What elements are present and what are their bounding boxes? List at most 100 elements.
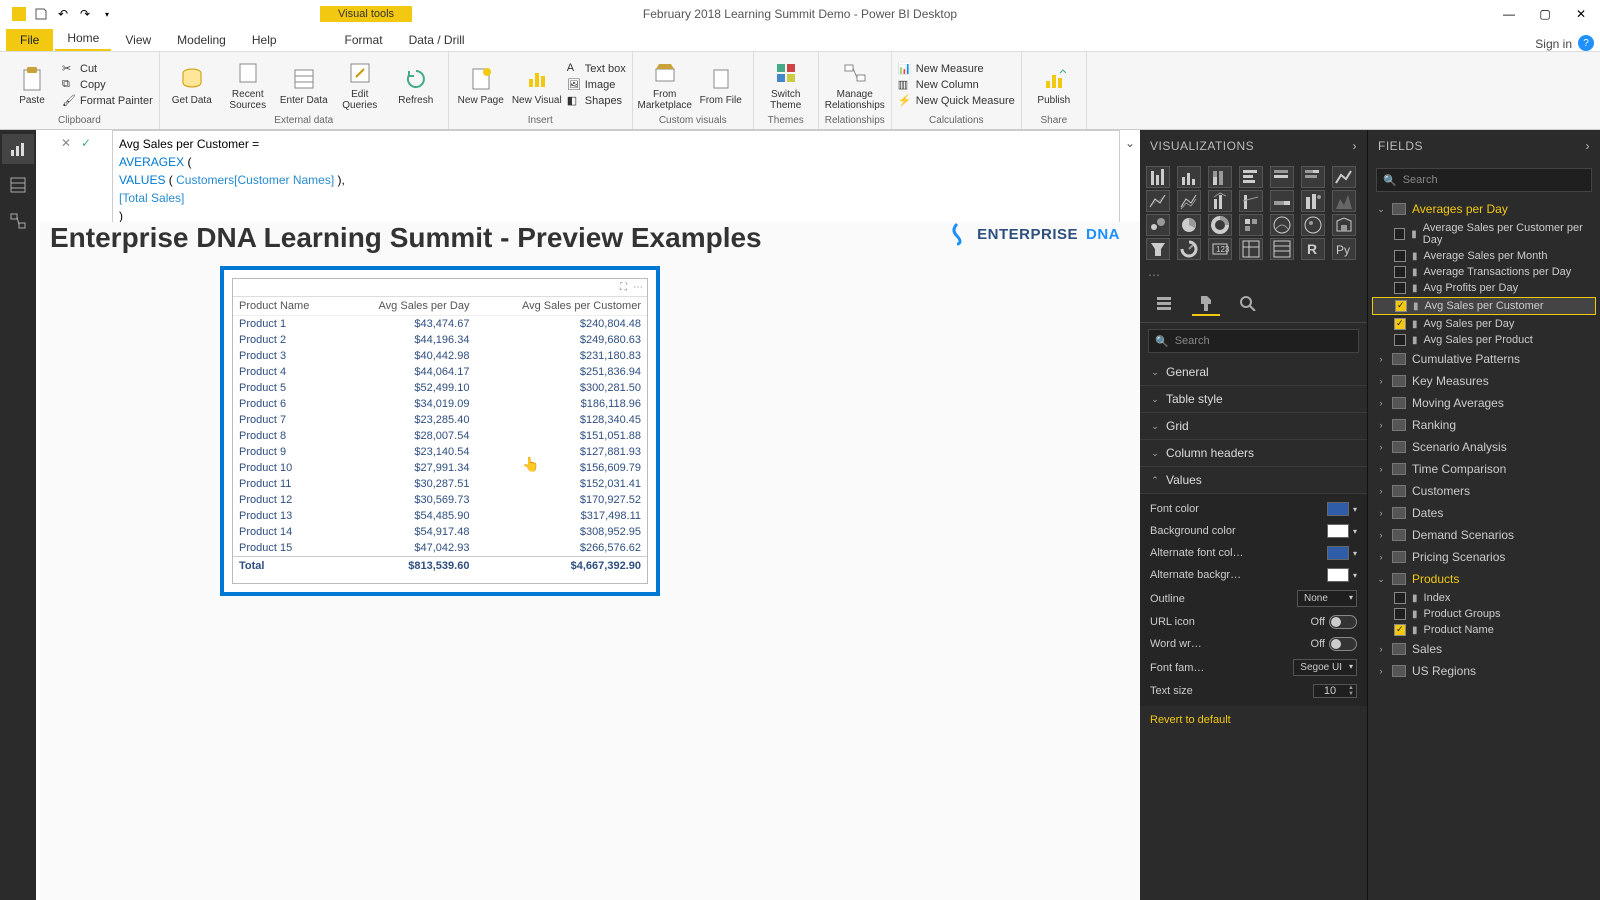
tab-data-drill[interactable]: Data / Drill (397, 29, 477, 51)
manage-relationships-button[interactable]: Manage Relationships (829, 56, 881, 114)
fields-panel-header[interactable]: FIELDS› (1368, 130, 1600, 162)
field-table[interactable]: ›Time Comparison (1368, 458, 1600, 480)
field-table[interactable]: ›Moving Averages (1368, 392, 1600, 414)
formula-cancel-icon[interactable]: ✕ (61, 136, 71, 150)
table-visual-selected[interactable]: ⛶ ⋯ Product Name Avg Sales per Day Avg S… (220, 266, 660, 596)
field-checkbox[interactable] (1394, 282, 1406, 294)
enter-data-button[interactable]: Enter Data (278, 56, 330, 114)
save-icon[interactable] (32, 5, 50, 23)
viz-type-icon[interactable] (1239, 166, 1263, 188)
table-row[interactable]: Product 14$54,917.48$308,952.95 (233, 524, 647, 540)
shapes-button[interactable]: ◧Shapes (567, 94, 626, 108)
dropdown-icon[interactable]: ▾ (1353, 527, 1357, 536)
format-tab-icon[interactable] (1192, 292, 1220, 316)
viz-panel-header[interactable]: VISUALIZATIONS› (1140, 130, 1367, 162)
tab-file[interactable]: File (6, 29, 53, 51)
field-item[interactable]: ▮Average Transactions per Day (1368, 264, 1600, 280)
switch-theme-button[interactable]: Switch Theme (760, 56, 812, 114)
recent-sources-button[interactable]: Recent Sources (222, 56, 274, 114)
table-row[interactable]: Product 13$54,485.90$317,498.11 (233, 508, 647, 524)
section-grid[interactable]: ⌄Grid (1140, 413, 1367, 440)
field-table[interactable]: ›Scenario Analysis (1368, 436, 1600, 458)
analytics-tab-icon[interactable] (1234, 292, 1262, 316)
table-row[interactable]: Product 8$28,007.54$151,051.88 (233, 428, 647, 444)
field-table[interactable]: ›Demand Scenarios (1368, 524, 1600, 546)
viz-type-icon[interactable] (1239, 238, 1263, 260)
chevron-right-icon[interactable]: › (1586, 139, 1591, 153)
field-checkbox[interactable] (1394, 228, 1405, 240)
field-table[interactable]: ⌄Products (1368, 568, 1600, 590)
table-row[interactable]: Product 4$44,064.17$251,836.94 (233, 364, 647, 380)
viz-type-icon[interactable] (1177, 214, 1201, 236)
viz-type-icon[interactable] (1270, 166, 1294, 188)
field-table[interactable]: ›US Regions (1368, 660, 1600, 682)
col-header-avg-day[interactable]: Avg Sales per Day (341, 297, 476, 316)
viz-type-icon[interactable] (1270, 238, 1294, 260)
viz-type-icon[interactable] (1146, 190, 1170, 212)
dropdown-icon[interactable]: ▾ (1353, 571, 1357, 580)
text-size-input[interactable] (1314, 685, 1346, 697)
field-table[interactable]: ›Sales (1368, 638, 1600, 660)
field-item[interactable]: ▮Average Sales per Month (1368, 248, 1600, 264)
revert-to-default-link[interactable]: Revert to default (1140, 706, 1367, 734)
field-table[interactable]: ›Cumulative Patterns (1368, 348, 1600, 370)
field-item[interactable]: ▮Avg Sales per Product (1368, 332, 1600, 348)
viz-type-icon[interactable] (1208, 190, 1232, 212)
viz-type-icon[interactable] (1332, 190, 1356, 212)
from-marketplace-button[interactable]: From Marketplace (639, 56, 691, 114)
table-row[interactable]: Product 2$44,196.34$249,680.63 (233, 332, 647, 348)
field-item[interactable]: ▮Avg Sales per Day (1368, 316, 1600, 332)
table-row[interactable]: Product 6$34,019.09$186,118.96 (233, 396, 647, 412)
section-general[interactable]: ⌄General (1140, 359, 1367, 386)
report-canvas[interactable]: Enterprise DNA Learning Summit - Preview… (40, 222, 1140, 900)
field-item[interactable]: ▮Avg Sales per Customer (1372, 297, 1596, 315)
viz-type-icon[interactable] (1177, 190, 1201, 212)
format-painter-button[interactable]: 🖌Format Painter (62, 94, 153, 108)
section-values[interactable]: ⌃Values (1140, 467, 1367, 494)
outline-dropdown[interactable]: None (1297, 590, 1357, 607)
dropdown-icon[interactable]: ▾ (1353, 505, 1357, 514)
viz-type-icon[interactable]: Py (1332, 238, 1356, 260)
table-row[interactable]: Product 5$52,499.10$300,281.50 (233, 380, 647, 396)
data-view-icon[interactable] (2, 170, 34, 200)
viz-type-icon[interactable] (1208, 166, 1232, 188)
close-icon[interactable]: ✕ (1570, 3, 1592, 25)
field-checkbox[interactable] (1394, 624, 1406, 636)
field-checkbox[interactable] (1394, 318, 1406, 330)
sign-in-link[interactable]: Sign in (1535, 37, 1572, 51)
viz-type-icon[interactable] (1177, 166, 1201, 188)
edit-queries-button[interactable]: Edit Queries (334, 56, 386, 114)
table-row[interactable]: Product 12$30,569.73$170,927.52 (233, 492, 647, 508)
section-column-headers[interactable]: ⌄Column headers (1140, 440, 1367, 467)
field-checkbox[interactable] (1395, 300, 1407, 312)
viz-type-icon[interactable] (1239, 190, 1263, 212)
section-table-style[interactable]: ⌄Table style (1140, 386, 1367, 413)
publish-button[interactable]: Publish (1028, 56, 1080, 114)
viz-type-icon[interactable] (1146, 166, 1170, 188)
formula-commit-icon[interactable]: ✓ (81, 136, 91, 150)
cut-button[interactable]: ✂Cut (62, 62, 153, 76)
new-quick-measure-button[interactable]: ⚡New Quick Measure (898, 94, 1015, 108)
copy-button[interactable]: ⧉Copy (62, 78, 153, 92)
viz-type-icon[interactable] (1270, 214, 1294, 236)
help-icon[interactable]: ? (1578, 35, 1594, 51)
viz-type-icon[interactable] (1301, 190, 1325, 212)
field-table[interactable]: ›Customers (1368, 480, 1600, 502)
new-column-button[interactable]: ▥New Column (898, 78, 1015, 92)
field-table[interactable]: ⌄Averages per Day (1368, 198, 1600, 220)
tab-help[interactable]: Help (240, 29, 289, 51)
wordwrap-toggle[interactable] (1329, 637, 1357, 651)
refresh-button[interactable]: Refresh (390, 56, 442, 114)
tab-home[interactable]: Home (55, 27, 111, 51)
field-item[interactable]: ▮Average Sales per Customer per Day (1368, 220, 1600, 248)
viz-type-icon[interactable] (1146, 214, 1170, 236)
paste-button[interactable]: Paste (6, 56, 58, 114)
table-row[interactable]: Product 1$43,474.67$240,804.48 (233, 316, 647, 333)
viz-type-icon[interactable] (1270, 190, 1294, 212)
viz-type-icon[interactable]: R (1301, 238, 1325, 260)
field-table[interactable]: ›Ranking (1368, 414, 1600, 436)
new-page-button[interactable]: New Page (455, 56, 507, 114)
field-checkbox[interactable] (1394, 608, 1406, 620)
col-header-avg-customer[interactable]: Avg Sales per Customer (475, 297, 647, 316)
new-measure-button[interactable]: 📊New Measure (898, 62, 1015, 76)
